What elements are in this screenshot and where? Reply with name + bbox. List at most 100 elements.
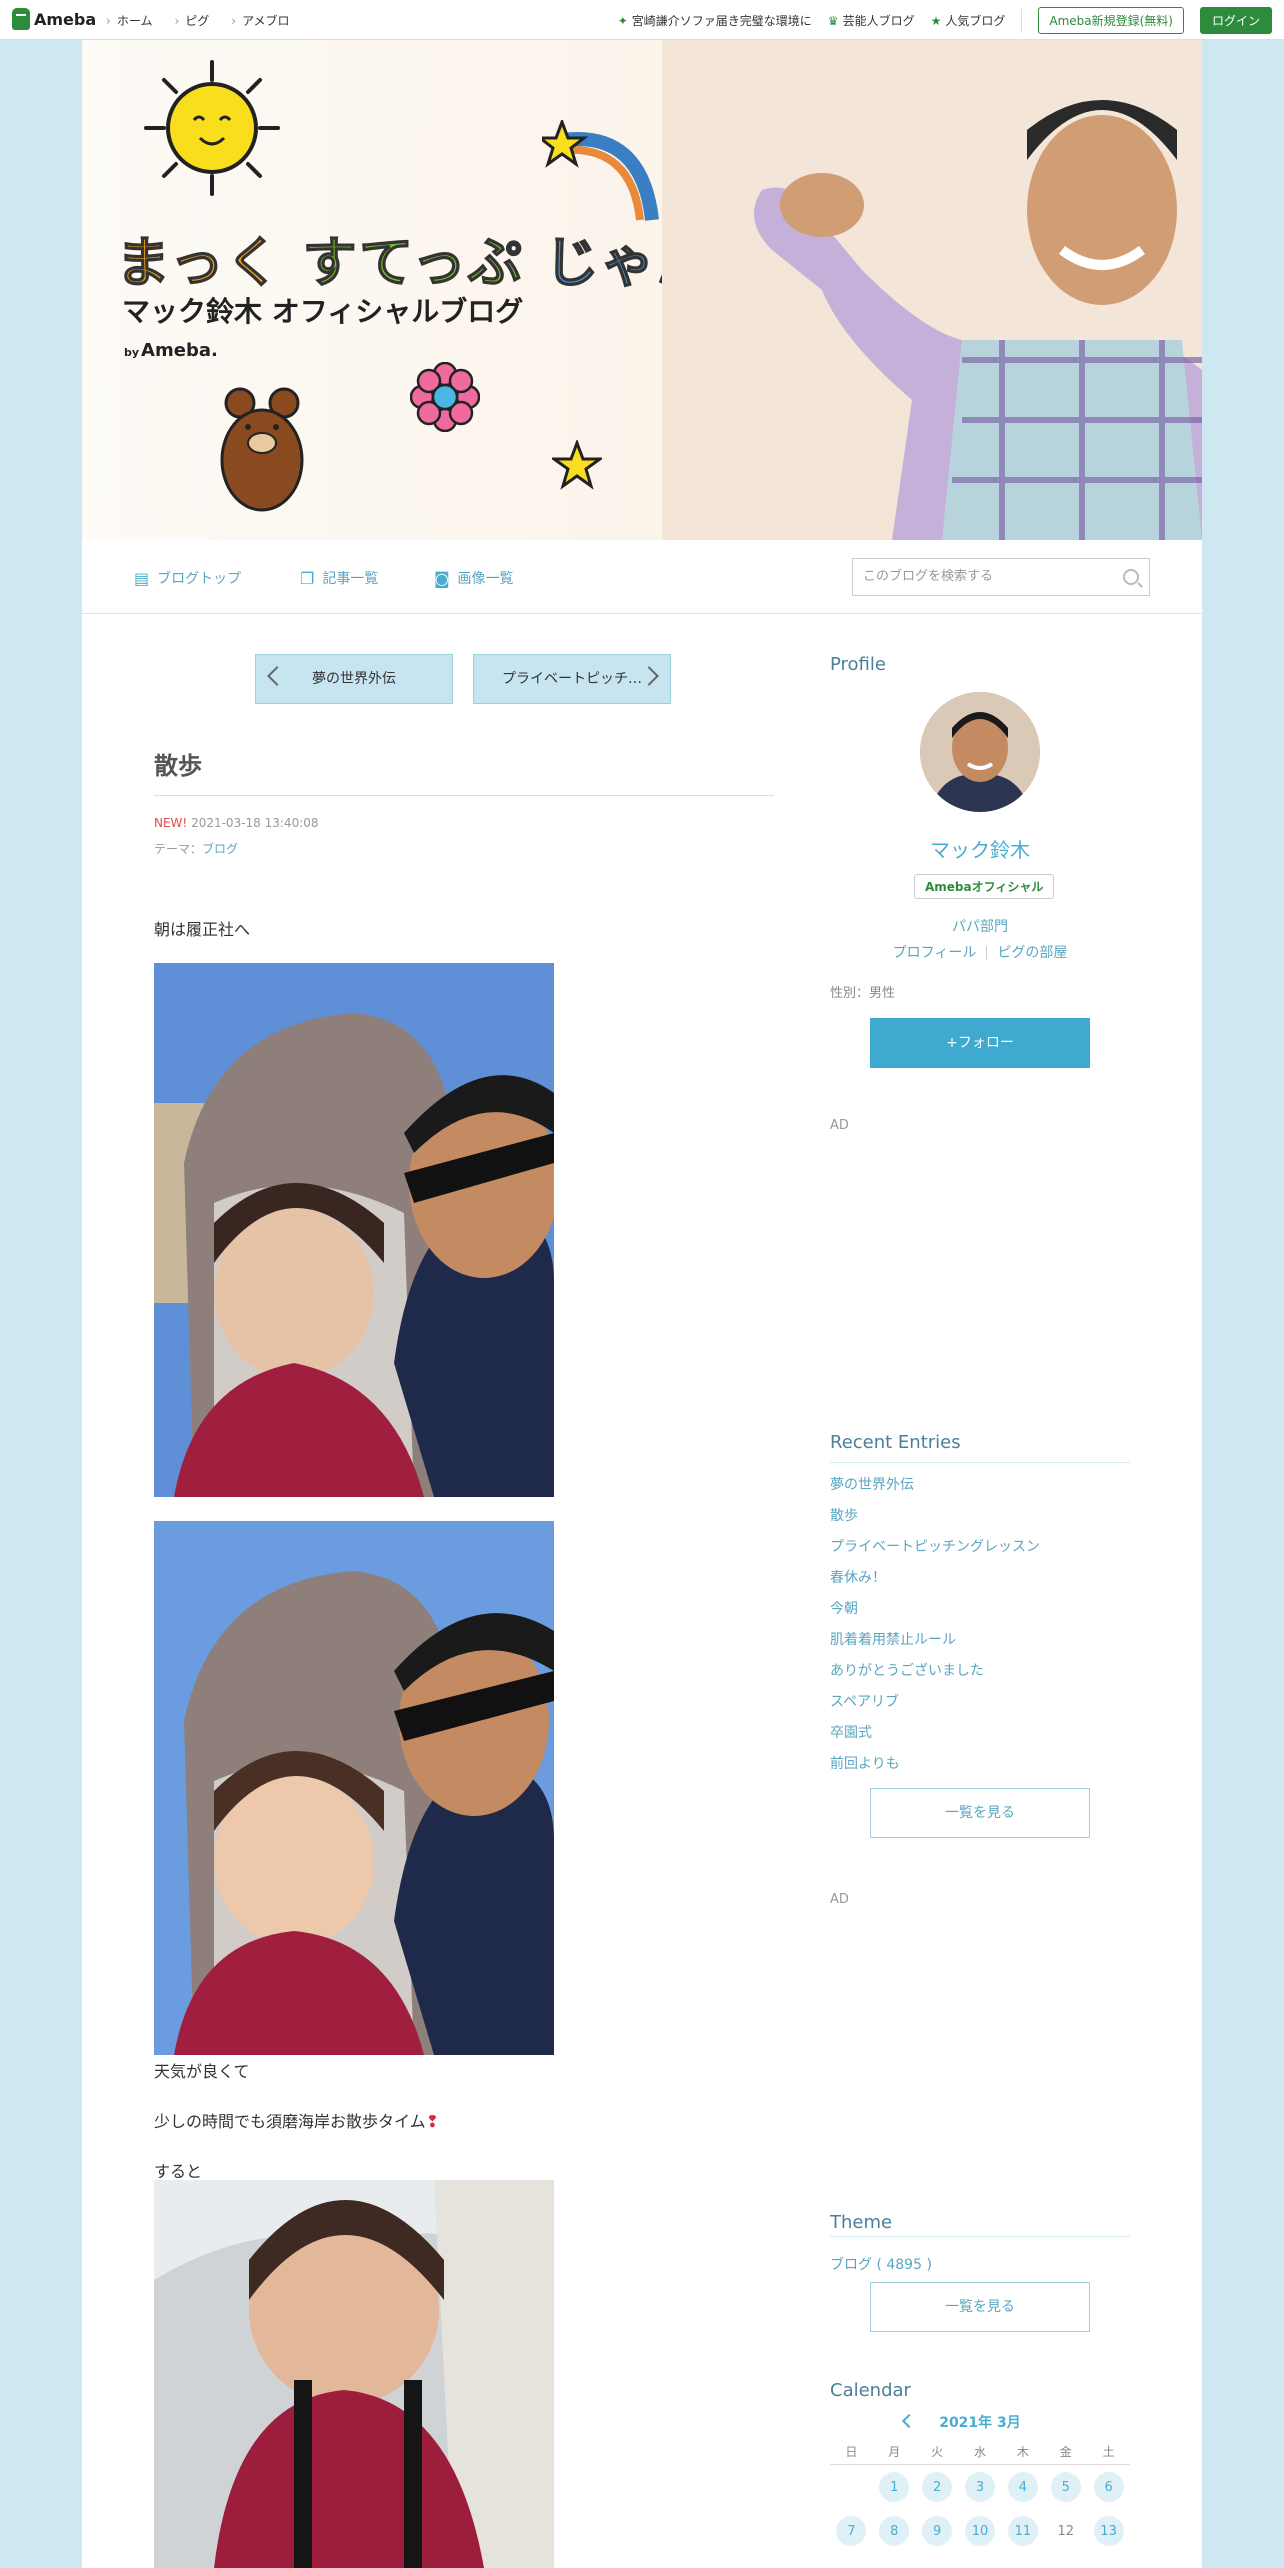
entry-paragraph-2: 天気が良くて xyxy=(154,2062,250,2081)
calendar-day[interactable]: 4 xyxy=(1001,2465,1044,2509)
calendar-day-label: 9 xyxy=(922,2516,953,2546)
register-button[interactable]: Ameba新規登録(無料) xyxy=(1038,7,1184,34)
calendar-day-plain[interactable]: 12 xyxy=(1044,2509,1087,2553)
by-text: by xyxy=(124,346,140,359)
global-right: 宮崎謙介ソファ届き完璧な環境に 芸能人ブログ 人気ブログ Ameba新規登録(無… xyxy=(618,7,1272,34)
recent-heading-rule xyxy=(830,1462,1130,1463)
entry-paragraph-3-text: 少しの時間でも須磨海岸お散歩タイム xyxy=(154,2112,426,2131)
login-button[interactable]: ログイン xyxy=(1199,7,1272,34)
theme-link[interactable]: ブログ xyxy=(202,842,238,856)
title-part-2: すてっぷ xyxy=(302,230,524,295)
pigg-room-link[interactable]: ピグの部屋 xyxy=(997,945,1067,961)
profile-name[interactable]: マック鈴木 xyxy=(830,834,1130,863)
calendar-day[interactable]: 7 xyxy=(830,2509,873,2553)
nav-ameblo[interactable]: アメブロ xyxy=(231,12,289,29)
calendar-day[interactable]: 10 xyxy=(959,2509,1002,2553)
follow-button[interactable]: +フォロー xyxy=(870,1018,1090,1068)
entry-paragraph-3: 少しの時間でも須磨海岸お散歩タイム❢ xyxy=(154,2108,439,2132)
search-icon[interactable] xyxy=(1123,569,1139,585)
entry-paragraph-4: すると xyxy=(154,2162,203,2181)
entry-date: 2021-03-18 13:40:08 xyxy=(191,816,319,830)
ameba-logo[interactable]: Ameba xyxy=(12,8,96,30)
recent-entry-link[interactable]: 散歩 xyxy=(830,1505,1040,1536)
recent-entry-link[interactable]: 夢の世界外伝 xyxy=(830,1474,1040,1505)
nav-image-list[interactable]: ◙ 画像一覧 xyxy=(434,568,514,588)
recent-entries-list: 夢の世界外伝 散歩 プライベートピッチングレッスン 春休み！ 今朝 肌着着用禁止… xyxy=(830,1474,1040,1784)
profile-category-link[interactable]: パパ部門 xyxy=(830,916,1130,936)
nav-pigg[interactable]: ピグ xyxy=(174,12,209,29)
divider xyxy=(1021,8,1023,33)
recent-entry-link[interactable]: ありがとうございました xyxy=(830,1660,1040,1691)
recent-entry-link[interactable]: プライベートピッチングレッスン xyxy=(830,1536,1040,1567)
calendar-day[interactable]: 5 xyxy=(1044,2465,1087,2509)
entry-meta: NEW! 2021-03-18 13:40:08 xyxy=(154,816,319,830)
weekday-label: 土 xyxy=(1102,2444,1115,2459)
calendar-empty-cell xyxy=(830,2465,873,2509)
calendar-day[interactable]: 13 xyxy=(1087,2509,1130,2553)
recent-see-all-button[interactable]: 一覧を見る xyxy=(870,1788,1090,1838)
profile-heading: Profile xyxy=(830,654,886,675)
entry-photo-1[interactable] xyxy=(154,963,554,1497)
nav-blog-top-label: ブログトップ xyxy=(157,571,242,587)
entry-theme: テーマ：ブログ xyxy=(154,840,238,857)
calendar-day[interactable]: 6 xyxy=(1087,2465,1130,2509)
nav-blog-top[interactable]: ▤ ブログトップ xyxy=(134,568,241,588)
recent-entry-link[interactable]: 肌着着用禁止ルール xyxy=(830,1629,1040,1660)
flower-icon xyxy=(410,362,480,432)
calendar-month-label: 2021年 3月 xyxy=(939,2415,1021,2431)
weekday-label: 木 xyxy=(1016,2444,1029,2459)
link-divider xyxy=(986,946,988,960)
sun-icon xyxy=(144,60,280,196)
calendar-day[interactable]: 3 xyxy=(959,2465,1002,2509)
blog-search-input[interactable]: このブログを検索する xyxy=(852,558,1150,596)
blog-container: まっく すてっぷ じゃんぷ マック鈴木 オフィシャルブログ byAmeba. xyxy=(82,40,1202,2568)
calendar-day-label: 10 xyxy=(965,2516,995,2546)
theme-item-link[interactable]: ブログ ( 4895 ) xyxy=(830,2254,932,2274)
calendar-week-1: 1 2 3 4 5 6 xyxy=(830,2465,1130,2509)
prev-entry-button[interactable]: 夢の世界外伝 xyxy=(255,654,453,704)
theme-see-all-button[interactable]: 一覧を見る xyxy=(870,2282,1090,2332)
exclamation-emoji-icon: ❢ xyxy=(425,2112,440,2131)
ameba-brand-text: Ameba. xyxy=(141,340,218,361)
profile-avatar[interactable] xyxy=(920,692,1040,812)
profile-link[interactable]: プロフィール xyxy=(893,945,977,961)
theme-heading: Theme xyxy=(830,2212,893,2233)
nav-home[interactable]: ホーム xyxy=(106,12,153,29)
recent-entry-link[interactable]: 卒園式 xyxy=(830,1722,1040,1753)
featured-news-link[interactable]: 宮崎謙介ソファ届き完璧な環境に xyxy=(618,12,812,29)
calendar-day[interactable]: 2 xyxy=(916,2465,959,2509)
ameba-logo-text: Ameba xyxy=(34,9,97,29)
next-entry-button[interactable]: プライベートピッチ… xyxy=(473,654,671,704)
calendar-day[interactable]: 8 xyxy=(873,2509,916,2553)
blog-header-banner[interactable]: まっく すてっぷ じゃんぷ マック鈴木 オフィシャルブログ by Ameba. xyxy=(82,40,1202,540)
global-header: Ameba ホーム ピグ アメブロ 宮崎謙介ソファ届き完璧な環境に 芸能人ブログ… xyxy=(0,0,1284,40)
theme-heading-rule xyxy=(830,2236,1130,2237)
calendar-day-label: 6 xyxy=(1093,2472,1124,2502)
star-icon xyxy=(552,440,602,490)
calendar-day-label: 8 xyxy=(879,2516,910,2546)
recent-entry-link[interactable]: 今朝 xyxy=(830,1598,1040,1629)
calendar-day[interactable]: 1 xyxy=(873,2465,916,2509)
recent-entry-link[interactable]: 春休み！ xyxy=(830,1567,1040,1598)
entry-photo-3[interactable] xyxy=(154,2180,554,2568)
recent-entry-link[interactable]: 前回よりも xyxy=(830,1753,1040,1784)
popular-blog-link[interactable]: 人気ブログ xyxy=(931,12,1005,29)
entry-photo-2[interactable] xyxy=(154,1521,554,2055)
recent-entry-link[interactable]: スペアリブ xyxy=(830,1691,1040,1722)
calendar-day[interactable]: 9 xyxy=(916,2509,959,2553)
header-person-photo xyxy=(662,40,1202,540)
calendar-prev-icon[interactable] xyxy=(901,2413,917,2429)
ad-label-1: AD xyxy=(830,1118,849,1133)
blog-subnav: ▤ ブログトップ ❐ 記事一覧 ◙ 画像一覧 このブログを検索する xyxy=(82,540,1202,614)
weekday-label: 月 xyxy=(888,2444,901,2459)
next-entry-label: プライベートピッチ… xyxy=(502,671,642,687)
nav-entry-list[interactable]: ❐ 記事一覧 xyxy=(300,568,378,588)
calendar-month: 2021年 3月 xyxy=(830,2412,1130,2432)
celebrity-blog-link[interactable]: 芸能人ブログ xyxy=(828,12,915,29)
calendar-day-label: 4 xyxy=(1007,2472,1038,2502)
calendar-day[interactable]: 11 xyxy=(1001,2509,1044,2553)
search-placeholder: このブログを検索する xyxy=(863,569,994,584)
recent-entries-heading: Recent Entries xyxy=(830,1432,961,1453)
calendar-heading: Calendar xyxy=(830,2380,911,2401)
official-badge: Amebaオフィシャル xyxy=(914,874,1055,899)
